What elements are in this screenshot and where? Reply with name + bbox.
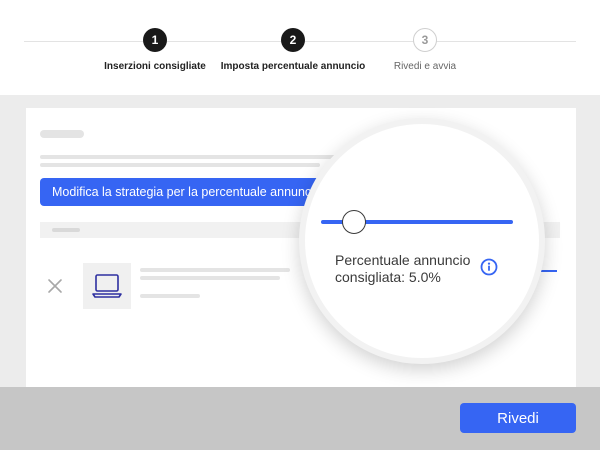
step-3-label: Rivedi e avvia (393, 61, 457, 72)
recommended-ad-rate-label: Percentuale annuncio consigliata: 5.0% (335, 252, 471, 285)
skeleton-line (140, 268, 290, 272)
item-thumbnail (83, 263, 131, 309)
skeleton-line (40, 163, 320, 167)
skeleton-line (140, 294, 200, 298)
review-button[interactable]: Rivedi (460, 403, 576, 433)
skeleton-line (40, 155, 340, 159)
info-icon[interactable] (480, 258, 498, 276)
close-icon[interactable] (47, 278, 63, 294)
step-3-number: 3 (413, 28, 437, 52)
step-3[interactable]: 3 Rivedi e avvia (335, 28, 515, 72)
step-1-number: 1 (143, 28, 167, 52)
progress-stepper: 1 Inserzioni consigliate 2 Imposta perce… (0, 0, 600, 95)
magnifier-callout: Percentuale annuncio consigliata: 5.0% (299, 118, 545, 364)
ad-rate-slider-thumb[interactable] (342, 210, 366, 234)
laptop-icon (92, 274, 122, 298)
step-2-number: 2 (281, 28, 305, 52)
edit-ad-rate-strategy-button[interactable]: Modifica la strategia per la percentuale… (40, 178, 333, 206)
table-header-skeleton (52, 228, 80, 232)
skeleton-line (140, 276, 280, 280)
skeleton-title (40, 130, 84, 138)
